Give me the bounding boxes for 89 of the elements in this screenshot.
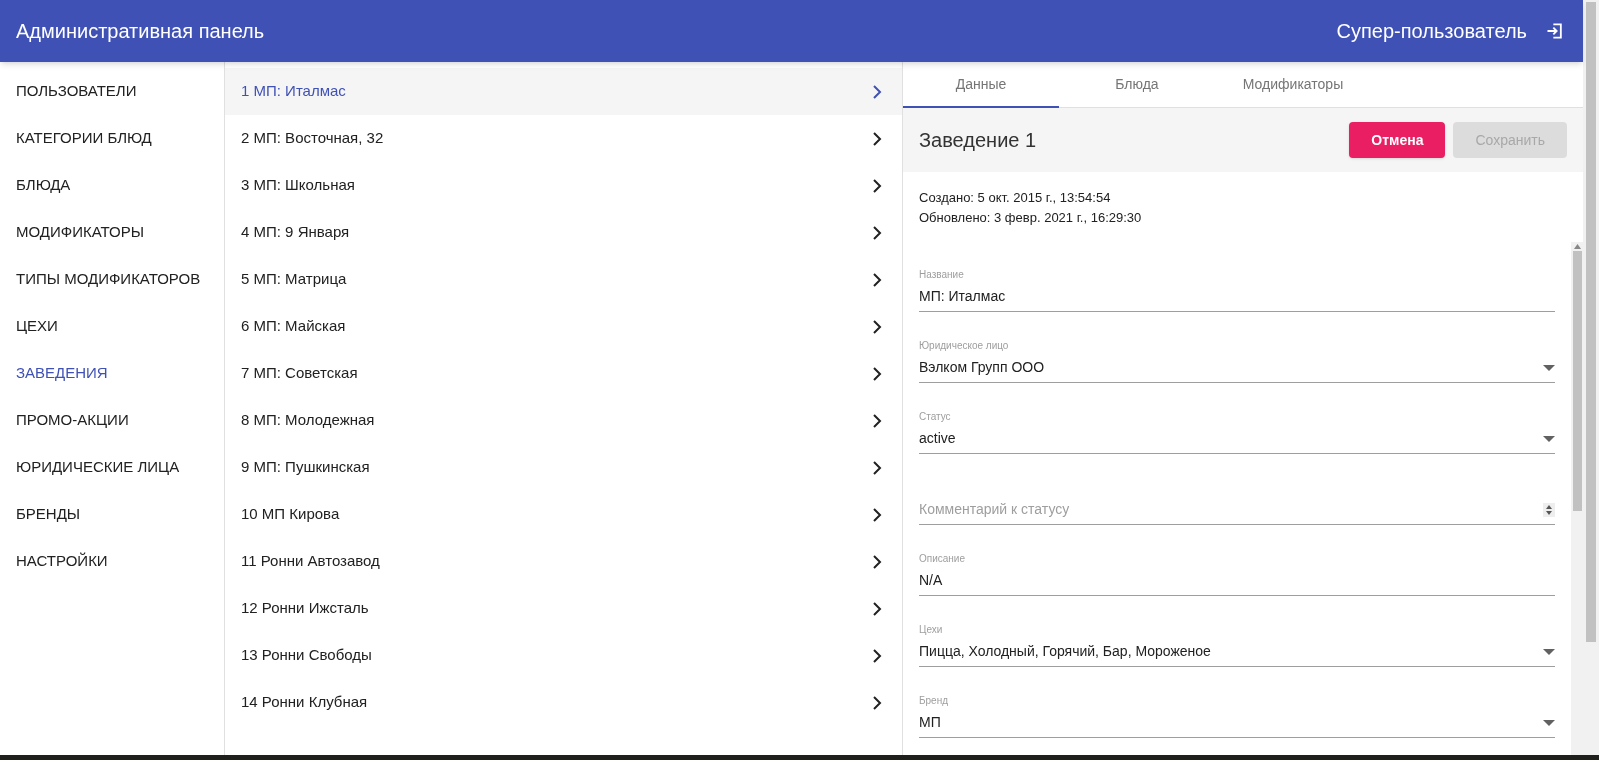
- list-item-label: 11 Ронни Автозавод: [241, 551, 380, 572]
- select-field[interactable]: Пицца, Холодный, Горячий, Бар, Мороженое: [919, 637, 1555, 667]
- chevron-right-icon: [872, 272, 882, 287]
- sidebar-item[interactable]: ЮРИДИЧЕСКИЕ ЛИЦА: [0, 444, 224, 491]
- field-value: active: [919, 429, 956, 448]
- detail-title: Заведение 1: [919, 128, 1037, 153]
- placeholder-text: Комментарий к статусу: [919, 500, 1070, 519]
- field-label: Юридическое лицо: [919, 339, 1010, 353]
- list-item[interactable]: 9 МП: Пушкинская: [225, 444, 902, 491]
- logout-icon: [1545, 21, 1565, 41]
- select-field[interactable]: МП: [919, 708, 1555, 738]
- page-scrollbar[interactable]: [1583, 0, 1599, 755]
- select-field[interactable]: active: [919, 424, 1555, 454]
- dropdown-arrow-icon: [1543, 719, 1555, 726]
- timestamp-text: Создано: 5 окт. 2015 г., 13:54:54: [919, 189, 1112, 207]
- field-value: Пицца, Холодный, Горячий, Бар, Мороженое: [919, 642, 1211, 661]
- user-name: Супер-пользователь: [1336, 19, 1527, 44]
- list-item-label: 4 МП: 9 Января: [241, 222, 350, 243]
- sidebar-item[interactable]: ПОЛЬЗОВАТЕЛИ: [0, 68, 224, 115]
- sidebar-item[interactable]: ТИПЫ МОДИФИКАТОРОВ: [0, 256, 224, 303]
- sidebar-item[interactable]: МОДИФИКАТОРЫ: [0, 209, 224, 256]
- app-title: Административная панель: [16, 19, 265, 44]
- field-value: N/A: [919, 571, 943, 590]
- list-item-label: 1 МП: Италмас: [241, 81, 346, 102]
- chevron-right-icon: [872, 131, 882, 146]
- chevron-right-icon: [872, 601, 882, 616]
- input-field[interactable]: МП: Италмас: [919, 282, 1555, 312]
- field-label: Статус: [919, 410, 952, 424]
- chevron-right-icon: [872, 366, 882, 381]
- field-label: Описание: [919, 552, 966, 566]
- scroll-up-icon[interactable]: [1573, 244, 1581, 249]
- list-item[interactable]: 5 МП: Матрица: [225, 256, 902, 303]
- list-item-label: 13 Ронни Свободы: [241, 645, 372, 666]
- list-item[interactable]: 14 Ронни Клубная: [225, 679, 902, 726]
- list-item-label: 14 Ронни Клубная: [241, 692, 368, 713]
- list-item[interactable]: 4 МП: 9 Января: [225, 209, 902, 256]
- field-label: Бренд: [919, 694, 950, 708]
- field-label: Цехи: [919, 623, 944, 637]
- scrollbar[interactable]: [1571, 242, 1583, 755]
- list-item-label: 5 МП: Матрица: [241, 269, 347, 290]
- sidebar-item[interactable]: ПРОМО-АКЦИИ: [0, 397, 224, 444]
- list-item[interactable]: 7 МП: Советская: [225, 350, 902, 397]
- chevron-right-icon: [872, 319, 882, 334]
- list-item-label: 6 МП: Майская: [241, 316, 346, 337]
- dropdown-arrow-icon: [1543, 435, 1555, 442]
- list-item-label: 2 МП: Восточная, 32: [241, 128, 384, 149]
- dropdown-arrow-icon: [1543, 364, 1555, 371]
- sidebar-item[interactable]: БРЕНДЫ: [0, 491, 224, 538]
- list-item[interactable]: 2 МП: Восточная, 32: [225, 115, 902, 162]
- chevron-right-icon: [872, 554, 882, 569]
- sidebar-item[interactable]: ЦЕХИ: [0, 303, 224, 350]
- tab[interactable]: Модификаторы: [1215, 62, 1371, 108]
- sidebar-item[interactable]: НАСТРОЙКИ: [0, 538, 224, 585]
- list-item[interactable]: 1 МП: Италмас: [225, 68, 902, 115]
- chevron-right-icon: [872, 225, 882, 240]
- chevron-right-icon: [872, 648, 882, 663]
- chevron-right-icon: [872, 695, 882, 710]
- list-item[interactable]: 11 Ронни Автозавод: [225, 538, 902, 585]
- chevron-right-icon: [872, 178, 882, 193]
- timestamp-text: Обновлено: 3 февр. 2021 г., 16:29:30: [919, 209, 1143, 227]
- chevron-right-icon: [872, 413, 882, 428]
- select-field[interactable]: Вэлком Групп ООО: [919, 353, 1555, 383]
- list-item[interactable]: 8 МП: Молодежная: [225, 397, 902, 444]
- cancel-button[interactable]: Отмена: [1349, 122, 1446, 158]
- list-item-label: 12 Ронни Ижсталь: [241, 598, 369, 619]
- chevron-right-icon: [872, 460, 882, 475]
- chevron-right-icon: [872, 84, 882, 99]
- dropdown-arrow-icon: [1543, 648, 1555, 655]
- chevron-right-icon: [872, 507, 882, 522]
- list-item[interactable]: 12 Ронни Ижсталь: [225, 585, 902, 632]
- list-item[interactable]: 6 МП: Майская: [225, 303, 902, 350]
- spinner-icon[interactable]: [1543, 502, 1555, 517]
- list-item[interactable]: 13 Ронни Свободы: [225, 632, 902, 679]
- list-item-label: 9 МП: Пушкинская: [241, 457, 370, 478]
- list-item-label: 10 МП Кирова: [241, 504, 340, 525]
- list-item-label: 8 МП: Молодежная: [241, 410, 375, 431]
- sidebar-item[interactable]: БЛЮДА: [0, 162, 224, 209]
- tab[interactable]: Блюда: [1059, 62, 1215, 108]
- sidebar-item[interactable]: ЗАВЕДЕНИЯ: [0, 350, 224, 397]
- list-item[interactable]: 3 МП: Школьная: [225, 162, 902, 209]
- list-item[interactable]: 10 МП Кирова: [225, 491, 902, 538]
- field-value: МП: Италмас: [919, 287, 1006, 306]
- list-item-label: 7 МП: Советская: [241, 363, 358, 384]
- input-field[interactable]: N/A: [919, 566, 1555, 596]
- field-value: Вэлком Групп ООО: [919, 358, 1045, 377]
- field-label: Название: [919, 268, 965, 282]
- sidebar-item[interactable]: КАТЕГОРИИ БЛЮД: [0, 115, 224, 162]
- list-item-label: 3 МП: Школьная: [241, 175, 355, 196]
- field-value: МП: [919, 713, 941, 732]
